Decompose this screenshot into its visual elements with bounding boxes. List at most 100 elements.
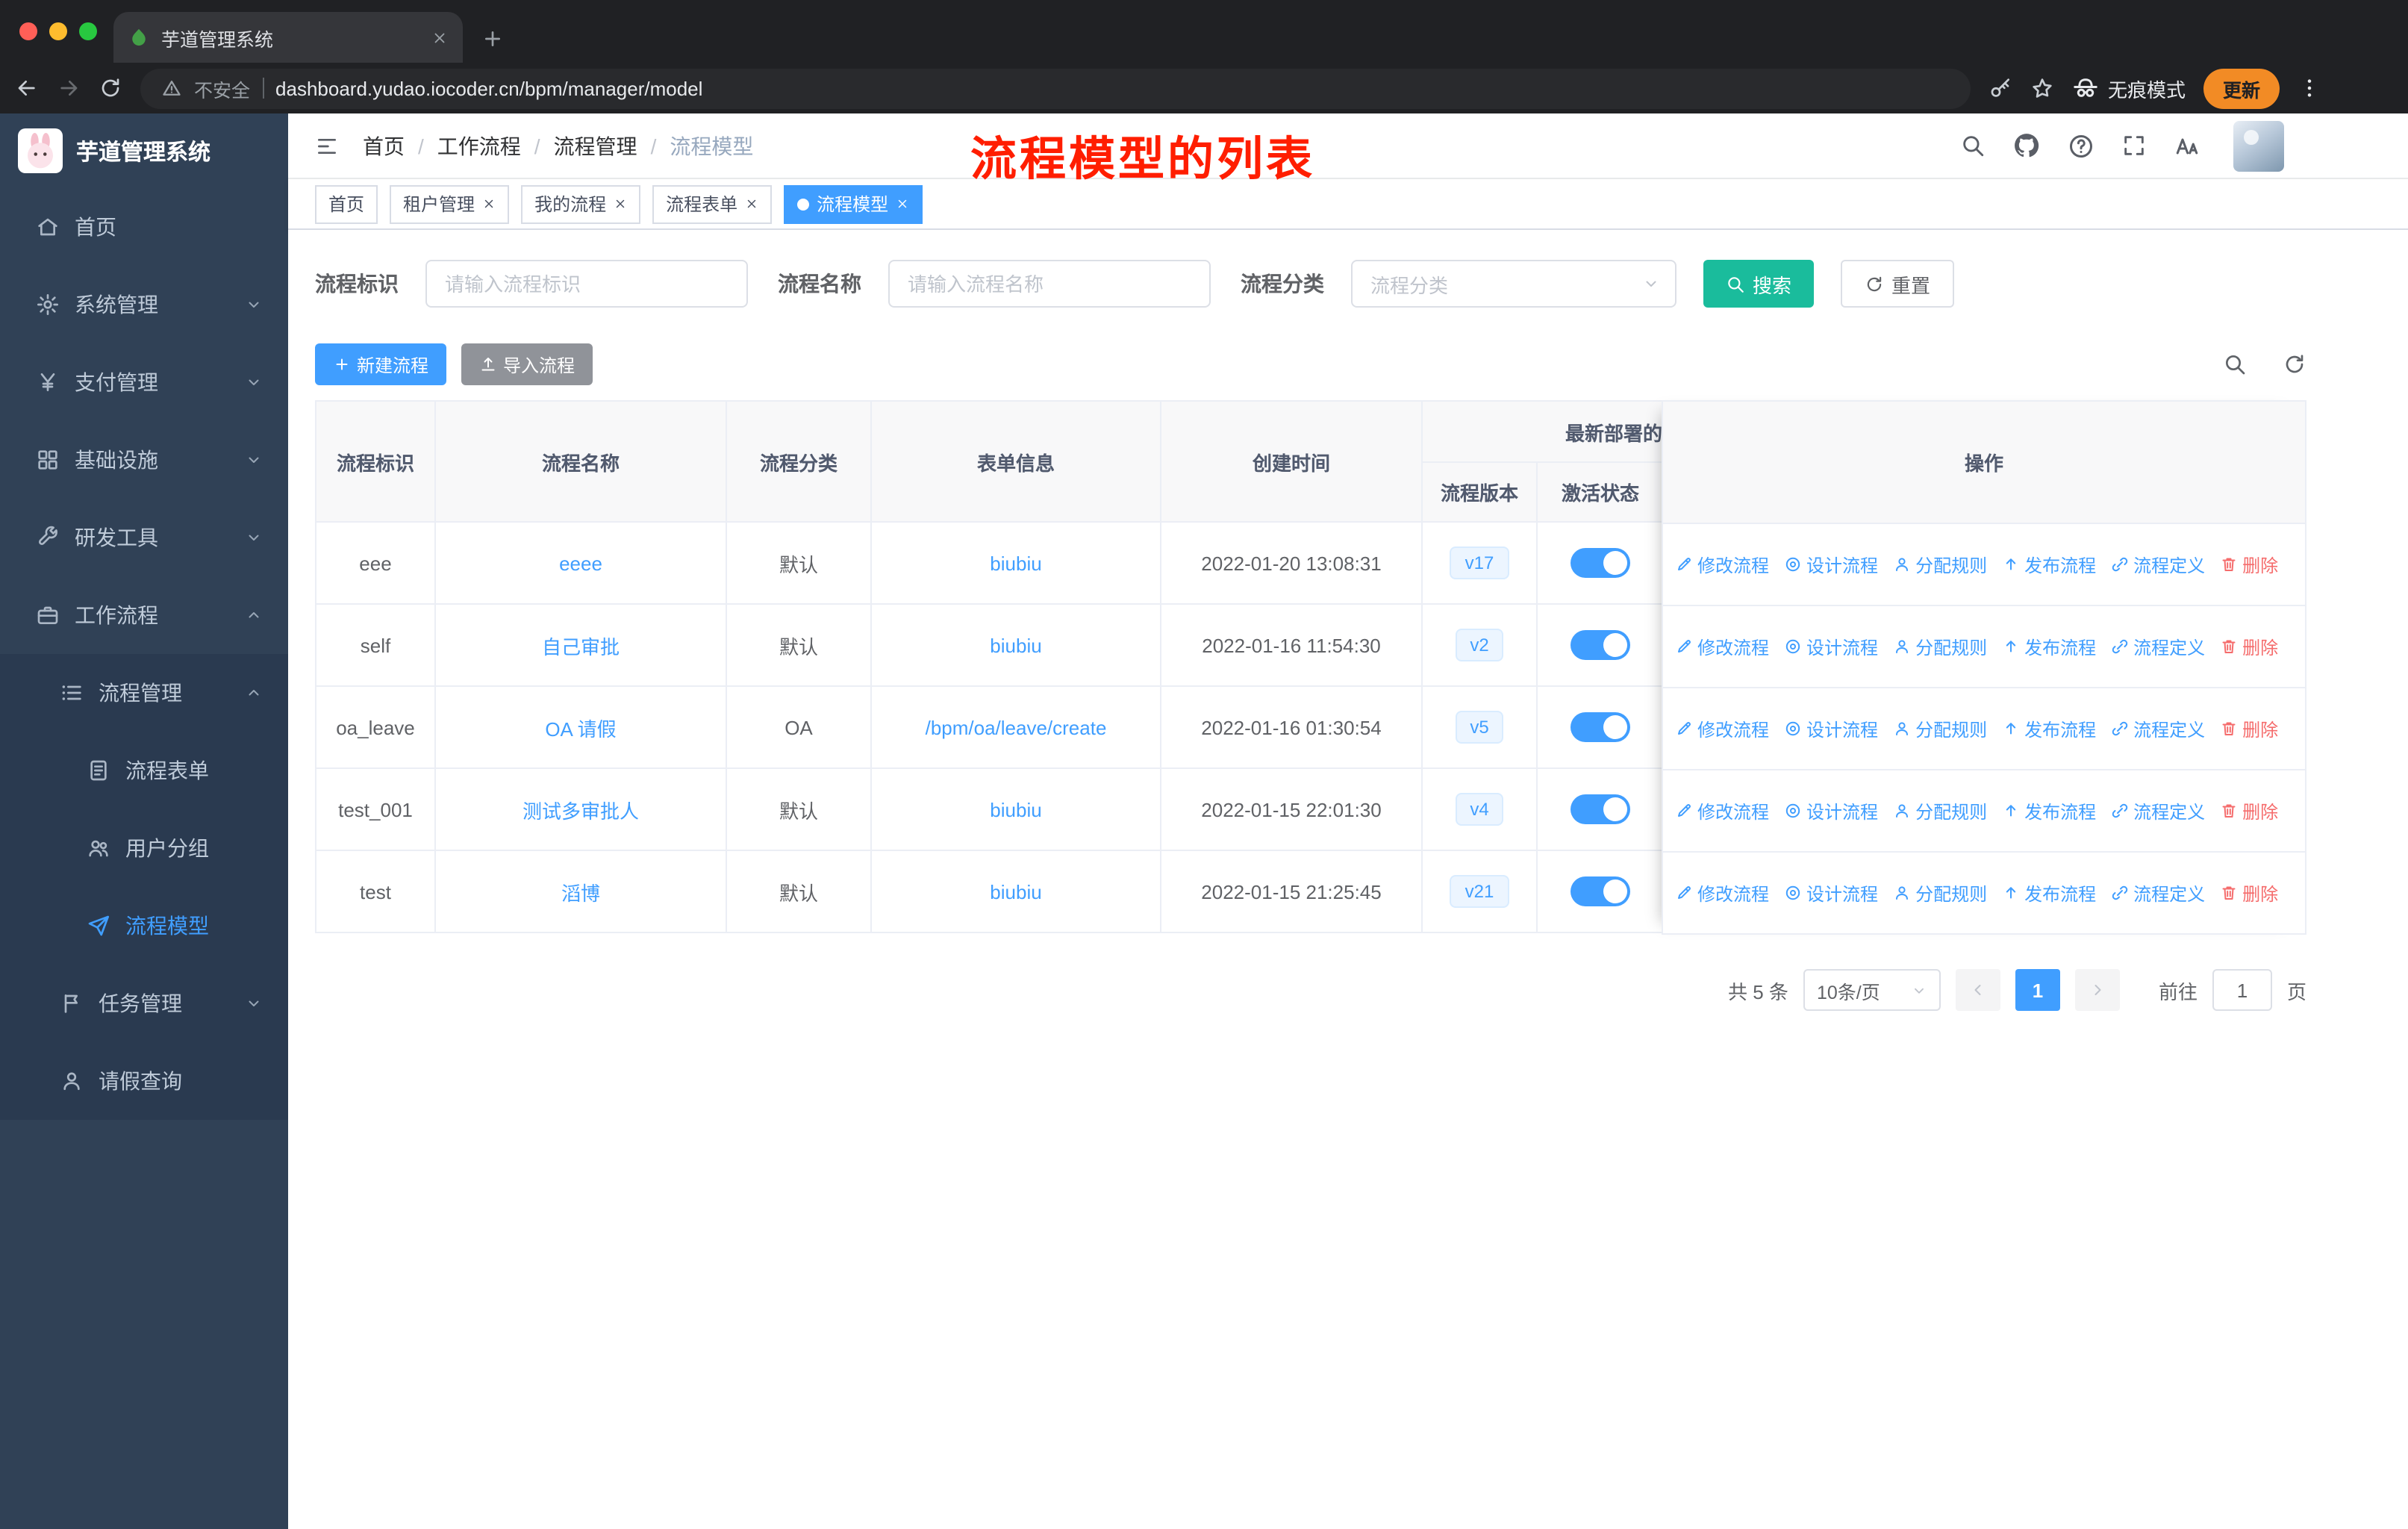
sidebar-item-task-mgmt[interactable]: 任务管理 bbox=[0, 965, 288, 1042]
process-name-link[interactable]: 自己审批 bbox=[542, 635, 620, 658]
new-tab-button[interactable] bbox=[481, 27, 505, 51]
bookmark-star-icon[interactable] bbox=[2030, 76, 2054, 100]
user-avatar[interactable] bbox=[2233, 120, 2284, 171]
goto-page-input[interactable] bbox=[2212, 969, 2272, 1011]
sidebar-item-home[interactable]: 首页 bbox=[0, 188, 288, 266]
sidebar-item-user-group[interactable]: 用户分组 bbox=[0, 809, 288, 887]
op-publish-link[interactable]: 发布流程 bbox=[2002, 880, 2096, 906]
close-icon[interactable] bbox=[745, 197, 758, 211]
reset-button[interactable]: 重置 bbox=[1841, 260, 1955, 308]
category-select[interactable]: 流程分类 bbox=[1351, 260, 1676, 308]
next-page-button[interactable] bbox=[2074, 969, 2120, 1011]
help-icon[interactable] bbox=[2068, 132, 2094, 159]
op-edit-link[interactable]: 修改流程 bbox=[1675, 552, 1769, 577]
sidebar-item-infrastructure[interactable]: 基础设施 bbox=[0, 421, 288, 499]
sidebar-item-process-model[interactable]: 流程模型 bbox=[0, 887, 288, 965]
op-design-link[interactable]: 设计流程 bbox=[1784, 552, 1878, 577]
import-process-button[interactable]: 导入流程 bbox=[461, 343, 593, 385]
sidebar-item-workflow[interactable]: 工作流程 bbox=[0, 576, 288, 654]
op-design-link[interactable]: 设计流程 bbox=[1784, 716, 1878, 741]
op-delete-link[interactable]: 删除 bbox=[2220, 634, 2278, 659]
op-delete-link[interactable]: 删除 bbox=[2220, 798, 2278, 823]
op-definition-link[interactable]: 流程定义 bbox=[2111, 552, 2205, 577]
sidebar-item-payment[interactable]: 支付管理 bbox=[0, 343, 288, 421]
prev-page-button[interactable] bbox=[1955, 969, 2000, 1011]
process-name-link[interactable]: 测试多审批人 bbox=[523, 800, 639, 822]
fullscreen-icon[interactable] bbox=[2121, 133, 2147, 158]
macos-minimize-button[interactable] bbox=[49, 22, 67, 40]
form-info-link[interactable]: /bpm/oa/leave/create bbox=[926, 716, 1107, 738]
update-button[interactable]: 更新 bbox=[2203, 68, 2280, 108]
process-name-input[interactable] bbox=[888, 260, 1211, 308]
active-toggle[interactable] bbox=[1570, 876, 1630, 906]
sidebar-item-process-mgmt[interactable]: 流程管理 bbox=[0, 654, 288, 732]
op-publish-link[interactable]: 发布流程 bbox=[2002, 634, 2096, 659]
close-icon[interactable] bbox=[614, 197, 627, 211]
active-toggle[interactable] bbox=[1570, 712, 1630, 742]
page-size-select[interactable]: 10条/页 bbox=[1803, 969, 1941, 1011]
breadcrumb-workflow[interactable]: 工作流程 bbox=[437, 131, 554, 161]
op-definition-link[interactable]: 流程定义 bbox=[2111, 716, 2205, 741]
breadcrumb-home[interactable]: 首页 bbox=[363, 131, 437, 161]
tab-close-icon[interactable] bbox=[431, 29, 448, 46]
op-edit-link[interactable]: 修改流程 bbox=[1675, 716, 1769, 741]
op-assign-rule-link[interactable]: 分配规则 bbox=[1893, 552, 1987, 577]
sidebar-collapse-icon[interactable] bbox=[315, 134, 339, 158]
sidebar-item-devtools[interactable]: 研发工具 bbox=[0, 499, 288, 576]
search-button[interactable]: 搜索 bbox=[1703, 260, 1815, 308]
op-edit-link[interactable]: 修改流程 bbox=[1675, 880, 1769, 906]
form-info-link[interactable]: biubiu bbox=[990, 880, 1041, 903]
op-definition-link[interactable]: 流程定义 bbox=[2111, 880, 2205, 906]
sidebar-item-process-form[interactable]: 流程表单 bbox=[0, 732, 288, 809]
tag-process-form[interactable]: 流程表单 bbox=[652, 184, 773, 223]
form-info-link[interactable]: biubiu bbox=[990, 552, 1041, 574]
op-publish-link[interactable]: 发布流程 bbox=[2002, 552, 2096, 577]
tag-tenant-mgmt[interactable]: 租户管理 bbox=[390, 184, 510, 223]
current-page-button[interactable]: 1 bbox=[2015, 969, 2060, 1011]
op-assign-rule-link[interactable]: 分配规则 bbox=[1893, 798, 1987, 823]
create-process-button[interactable]: 新建流程 bbox=[315, 343, 447, 385]
op-definition-link[interactable]: 流程定义 bbox=[2111, 798, 2205, 823]
refresh-table-icon[interactable] bbox=[2283, 352, 2306, 376]
form-info-link[interactable]: biubiu bbox=[990, 798, 1041, 820]
tag-my-process[interactable]: 我的流程 bbox=[521, 184, 641, 223]
reload-icon[interactable] bbox=[99, 76, 122, 100]
op-assign-rule-link[interactable]: 分配规则 bbox=[1893, 880, 1987, 906]
process-name-link[interactable]: 滔博 bbox=[561, 882, 600, 904]
macos-close-button[interactable] bbox=[19, 22, 37, 40]
op-definition-link[interactable]: 流程定义 bbox=[2111, 634, 2205, 659]
active-toggle[interactable] bbox=[1570, 630, 1630, 660]
password-key-icon[interactable] bbox=[1989, 76, 2012, 100]
form-info-link[interactable]: biubiu bbox=[990, 634, 1041, 656]
op-edit-link[interactable]: 修改流程 bbox=[1675, 798, 1769, 823]
op-publish-link[interactable]: 发布流程 bbox=[2002, 716, 2096, 741]
op-assign-rule-link[interactable]: 分配规则 bbox=[1893, 634, 1987, 659]
sidebar-item-leave-query[interactable]: 请假查询 bbox=[0, 1042, 288, 1120]
op-design-link[interactable]: 设计流程 bbox=[1784, 634, 1878, 659]
toggle-search-icon[interactable] bbox=[2223, 352, 2247, 376]
op-delete-link[interactable]: 删除 bbox=[2220, 552, 2278, 577]
tag-process-model[interactable]: 流程模型 bbox=[784, 184, 923, 223]
close-icon[interactable] bbox=[896, 197, 909, 211]
op-design-link[interactable]: 设计流程 bbox=[1784, 880, 1878, 906]
sidebar-item-system[interactable]: 系统管理 bbox=[0, 266, 288, 343]
process-name-link[interactable]: OA 请假 bbox=[545, 717, 616, 740]
process-id-input[interactable] bbox=[425, 260, 748, 308]
back-icon[interactable] bbox=[15, 76, 39, 100]
navbar-search-icon[interactable] bbox=[1960, 133, 1986, 158]
breadcrumb-process-mgmt[interactable]: 流程管理 bbox=[554, 131, 670, 161]
github-icon[interactable] bbox=[2012, 131, 2041, 160]
browser-tab[interactable]: 芋道管理系统 bbox=[113, 12, 463, 63]
op-publish-link[interactable]: 发布流程 bbox=[2002, 798, 2096, 823]
font-size-icon[interactable] bbox=[2174, 132, 2200, 159]
op-design-link[interactable]: 设计流程 bbox=[1784, 798, 1878, 823]
tag-home[interactable]: 首页 bbox=[315, 184, 378, 223]
op-delete-link[interactable]: 删除 bbox=[2220, 716, 2278, 741]
macos-zoom-button[interactable] bbox=[79, 22, 97, 40]
op-assign-rule-link[interactable]: 分配规则 bbox=[1893, 716, 1987, 741]
op-delete-link[interactable]: 删除 bbox=[2220, 880, 2278, 906]
active-toggle[interactable] bbox=[1570, 794, 1630, 824]
close-icon[interactable] bbox=[482, 197, 496, 211]
active-toggle[interactable] bbox=[1570, 548, 1630, 578]
forward-icon[interactable] bbox=[57, 76, 81, 100]
